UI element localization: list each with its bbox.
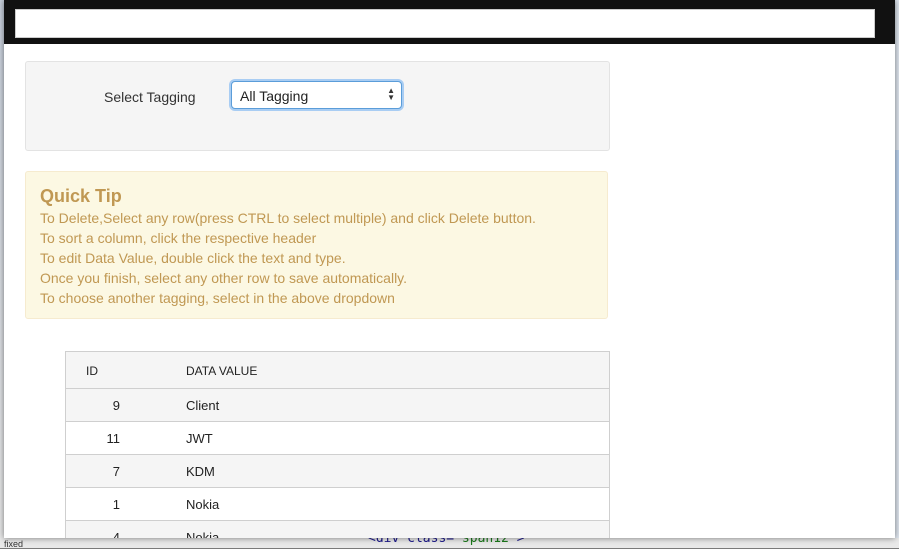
- quick-tip-line: To choose another tagging, select in the…: [40, 290, 395, 306]
- data-table: ID DATA VALUE 9 Client 11 JWT 7 KDM 1 No…: [65, 351, 610, 538]
- tagging-select[interactable]: All Tagging ▲ ▼: [231, 81, 402, 109]
- quick-tip-line: To edit Data Value, double click the tex…: [40, 250, 346, 266]
- quick-tip-title: Quick Tip: [40, 186, 122, 206]
- table-row[interactable]: 1 Nokia: [66, 488, 609, 521]
- table-row[interactable]: 7 KDM: [66, 455, 609, 488]
- quick-tip-lines: To Delete,Select any row(press CTRL to s…: [40, 208, 536, 308]
- cell-id: 4: [112, 530, 120, 538]
- table-header-row: ID DATA VALUE: [66, 352, 609, 389]
- select-arrows-icon: ▲ ▼: [387, 86, 395, 102]
- table-row[interactable]: 4 Nokia: [66, 521, 609, 538]
- modal-title-bar: [15, 9, 875, 38]
- cell-id: 7: [112, 464, 120, 479]
- table-row[interactable]: 9 Client: [66, 389, 609, 422]
- background-page-right: [895, 0, 899, 548]
- quick-tip-line: To Delete,Select any row(press CTRL to s…: [40, 210, 536, 226]
- cell-data-value[interactable]: Nokia: [186, 530, 219, 538]
- cell-data-value[interactable]: Client: [186, 398, 219, 413]
- column-header-data-value[interactable]: DATA VALUE: [186, 364, 257, 378]
- tagging-select-value: All Tagging: [240, 88, 309, 104]
- cell-data-value[interactable]: JWT: [186, 431, 213, 446]
- cell-data-value[interactable]: Nokia: [186, 497, 219, 512]
- cell-id: 9: [112, 398, 120, 413]
- quick-tip-line: Once you finish, select any other row to…: [40, 270, 408, 286]
- modal-header: [4, 0, 895, 44]
- table-row[interactable]: 11 JWT: [66, 422, 609, 455]
- cell-data-value[interactable]: KDM: [186, 464, 215, 479]
- tagging-modal: Select Tagging All Tagging ▲ ▼ Quick Tip …: [4, 0, 895, 538]
- select-tagging-label: Select Tagging: [104, 89, 196, 105]
- column-header-id[interactable]: ID: [86, 364, 98, 378]
- quick-tip-line: To sort a column, click the respective h…: [40, 230, 317, 246]
- table-body: 9 Client 11 JWT 7 KDM 1 Nokia 4 Nokia: [66, 389, 609, 538]
- cell-id: 11: [106, 431, 121, 446]
- cell-id: 1: [112, 497, 120, 512]
- background-strip: [895, 150, 899, 280]
- filter-panel: Select Tagging All Tagging ▲ ▼: [25, 61, 610, 151]
- quick-tip-alert: Quick Tip To Delete,Select any row(press…: [25, 171, 608, 319]
